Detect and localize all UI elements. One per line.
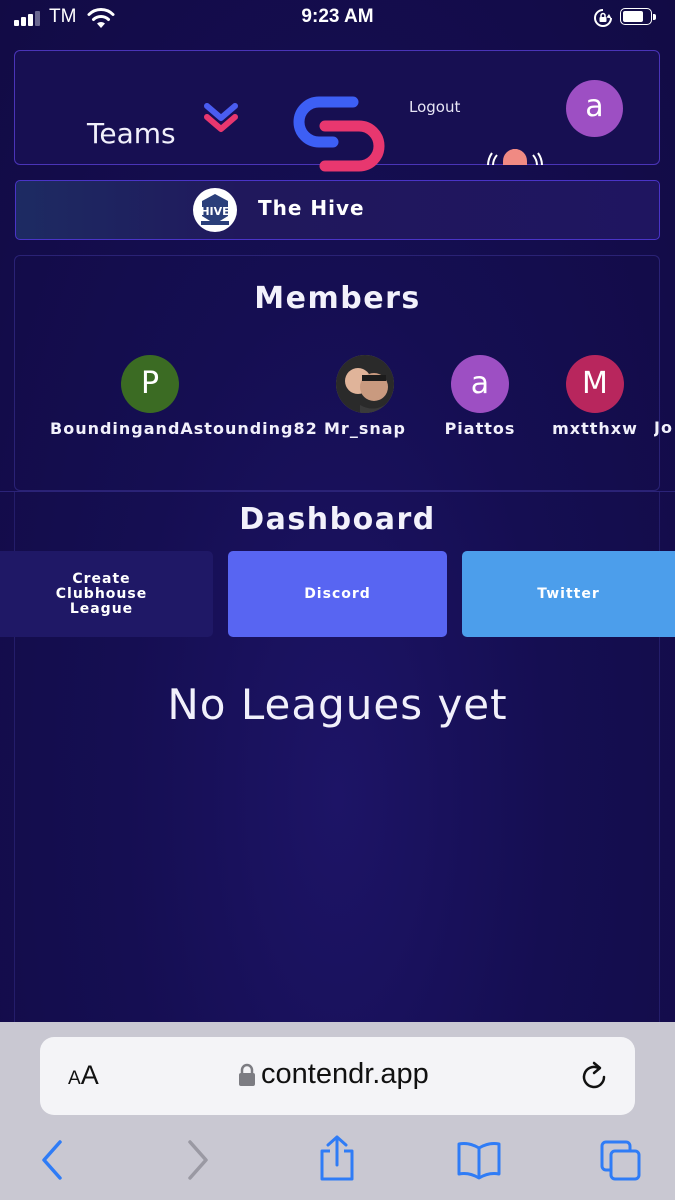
back-icon[interactable] (38, 1138, 66, 1182)
status-bar: TM 9:23 AM (0, 0, 675, 38)
tabs-icon[interactable] (598, 1138, 644, 1182)
create-league-button[interactable]: Create Clubhouse League (0, 551, 213, 637)
rotation-lock-icon (594, 9, 612, 27)
teams-menu[interactable]: Teams (87, 117, 176, 150)
url-text[interactable]: contendr.app (261, 1058, 429, 1091)
selected-team-bar[interactable]: HIVE The Hive (15, 180, 660, 240)
teams-label: Teams (87, 117, 176, 150)
dashboard-title: Dashboard (239, 502, 436, 537)
team-logo: HIVE (193, 188, 237, 232)
section-divider (0, 491, 675, 492)
aa-big: A (80, 1060, 99, 1090)
lock-icon (239, 1063, 255, 1086)
aa-small: A (68, 1068, 81, 1089)
member-name[interactable]: Jo (654, 418, 675, 437)
twitter-button[interactable]: Twitter (462, 551, 675, 637)
member-name: mxtthxw (552, 419, 638, 438)
discord-button[interactable]: Discord (228, 551, 447, 637)
user-avatar[interactable]: a (566, 80, 623, 137)
bookmarks-icon[interactable] (455, 1140, 503, 1180)
battery-icon (620, 8, 656, 27)
discord-label: Discord (304, 585, 371, 602)
empty-leagues-message: No Leagues yet (167, 680, 508, 729)
members-title: Members (254, 281, 421, 316)
share-icon[interactable] (316, 1135, 358, 1183)
team-name: The Hive (258, 196, 365, 220)
clock: 9:23 AM (301, 6, 374, 27)
member-avatar: P (121, 355, 179, 413)
chevron-down-icon[interactable] (204, 101, 238, 135)
header-card: Teams Logout a (14, 50, 660, 172)
member-item[interactable]: M mxtthxw (495, 355, 675, 438)
contendr-logo-icon[interactable] (293, 96, 385, 172)
member-avatar: M (566, 355, 624, 413)
forward-icon[interactable] (184, 1138, 212, 1182)
member-name: BoundingandAstounding82 (50, 419, 318, 438)
create-league-label: Create Clubhouse League (55, 570, 148, 617)
reload-icon[interactable] (579, 1061, 611, 1093)
member-item[interactable]: P BoundingandAstounding82 (50, 355, 318, 438)
reader-settings-button[interactable]: AA (68, 1060, 99, 1091)
twitter-label: Twitter (537, 585, 600, 602)
logout-link[interactable]: Logout (409, 98, 460, 116)
svg-text:HIVE: HIVE (200, 205, 229, 218)
notification-bell-icon[interactable] (485, 149, 545, 165)
